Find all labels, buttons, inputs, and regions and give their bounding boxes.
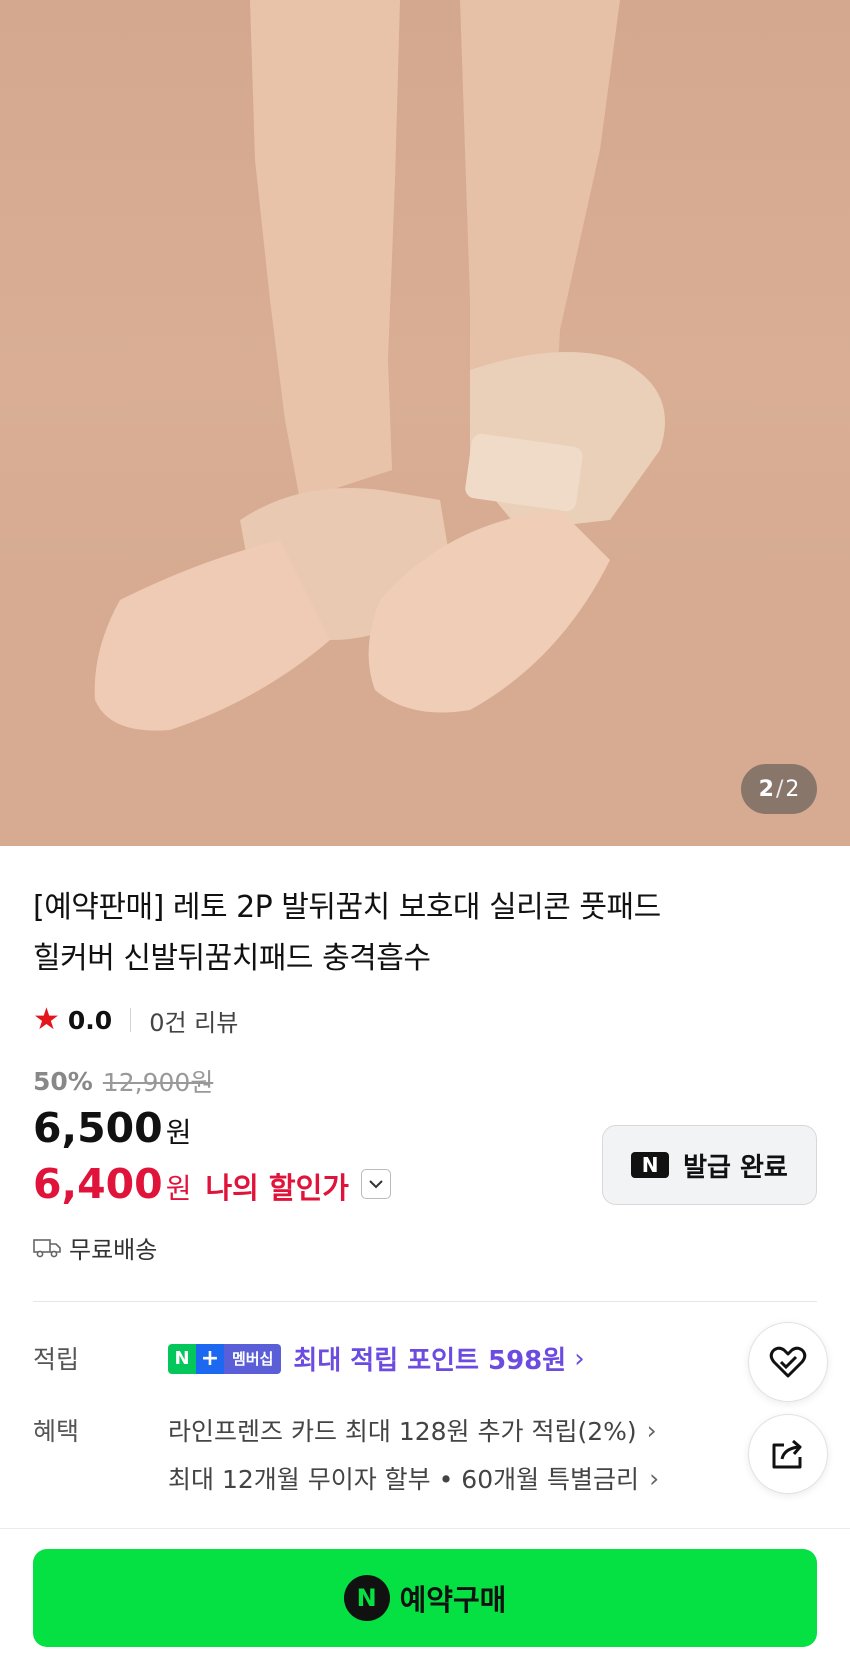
shipping-info: 무료배송	[33, 1230, 157, 1265]
image-counter-separator: /	[775, 776, 784, 802]
chevron-down-icon[interactable]	[360, 1169, 391, 1199]
max-points-text: 최대 적립 포인트 598원	[293, 1346, 567, 1376]
naver-plus-membership-badge: N + 멤버십	[168, 1343, 282, 1374]
image-counter-total: 2	[785, 776, 800, 802]
rating-divider	[130, 1008, 132, 1032]
chevron-right-icon: ›	[646, 1415, 657, 1445]
wishlist-button[interactable]	[748, 1322, 828, 1402]
image-counter-current: 2	[758, 776, 774, 802]
my-price-unit: 원	[165, 1172, 192, 1205]
chevron-right-icon: ›	[574, 1343, 585, 1374]
image-counter: 2 / 2	[741, 764, 817, 814]
my-price-value: 6,400	[33, 1160, 163, 1208]
my-discount-price[interactable]: 6,400 원 나의 할인가	[33, 1160, 391, 1208]
discount-row: 50% 12,900원	[33, 1063, 213, 1099]
delivery-truck-icon	[33, 1238, 61, 1257]
benefit-card-row[interactable]: 라인프렌즈 카드 최대 128원 추가 적립(2%) ›	[168, 1412, 657, 1448]
benefit-installment-row[interactable]: 최대 12개월 무이자 할부 • 60개월 특별금리 ›	[168, 1460, 659, 1496]
product-title-line2: 힐커버 신발뒤꿈치패드 충격흡수	[33, 941, 431, 976]
rating-score: 0.0	[67, 1005, 113, 1035]
heart-check-icon	[769, 1346, 807, 1378]
shipping-label: 무료배송	[69, 1236, 158, 1264]
divider	[33, 1301, 817, 1302]
naver-n-icon: N	[343, 1575, 390, 1621]
discount-percent: 50%	[33, 1066, 93, 1096]
star-icon: ★	[33, 1002, 60, 1037]
points-row[interactable]: N + 멤버십 최대 적립 포인트 598원 ›	[168, 1340, 585, 1377]
sale-price-unit: 원	[165, 1116, 192, 1149]
sale-price-value: 6,500	[33, 1104, 163, 1152]
membership-badge-n: N	[168, 1343, 196, 1374]
coupon-label: 발급 완료	[683, 1152, 788, 1183]
benefit-installment-text: 최대 12개월 무이자 할부 • 60개월 특별금리	[168, 1465, 640, 1494]
points-label: 적립	[33, 1345, 80, 1374]
membership-badge-text: 멤버십	[224, 1343, 282, 1374]
benefits-label: 혜택	[33, 1417, 80, 1446]
sale-price: 6,500 원	[33, 1104, 191, 1152]
chevron-right-icon: ›	[649, 1463, 660, 1493]
coupon-issued-button[interactable]: N 발급 완료	[602, 1125, 817, 1205]
naver-n-icon: N	[631, 1152, 670, 1178]
review-count[interactable]: 0건 리뷰	[149, 1003, 238, 1038]
preorder-buy-button[interactable]: N 예약구매	[33, 1549, 817, 1647]
product-title-line1: [예약판매] 레토 2P 발뒤꿈치 보호대 실리콘 풋패드	[33, 890, 661, 925]
my-price-label: 나의 할인가	[205, 1171, 349, 1205]
share-icon	[772, 1439, 802, 1469]
benefit-card-text: 라인프렌즈 카드 최대 128원 추가 적립(2%)	[168, 1417, 637, 1446]
product-title: [예약판매] 레토 2P 발뒤꿈치 보호대 실리콘 풋패드 힐커버 신발뒤꿈치패…	[33, 882, 773, 984]
membership-badge-plus: +	[196, 1343, 224, 1374]
original-price: 12,900원	[102, 1068, 214, 1097]
product-image[interactable]: 2 / 2	[0, 0, 850, 846]
buy-button-label: 예약구매	[399, 1583, 507, 1617]
share-button[interactable]	[748, 1414, 828, 1494]
rating-row[interactable]: ★ 0.0 0건 리뷰	[33, 1002, 238, 1038]
product-photo-heel-pads	[0, 0, 850, 846]
